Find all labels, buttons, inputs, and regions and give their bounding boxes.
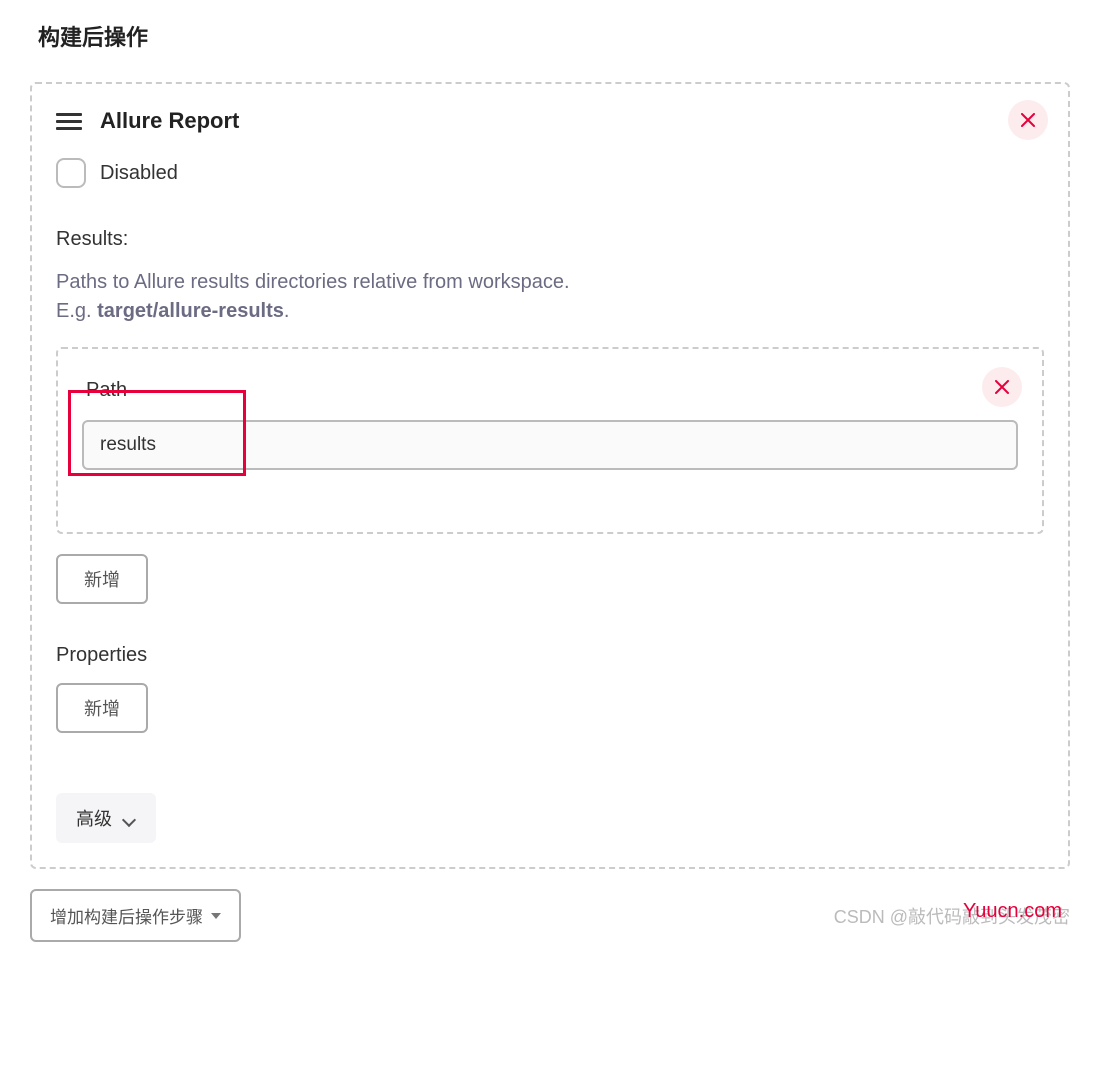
remove-panel-button[interactable] — [1008, 100, 1048, 140]
close-icon — [995, 380, 1009, 394]
add-post-build-step-button[interactable]: 增加构建后操作步骤 — [30, 889, 241, 942]
add-step-label: 增加构建后操作步骤 — [50, 903, 203, 928]
close-icon — [1021, 113, 1035, 127]
caret-down-icon — [211, 913, 221, 919]
disabled-checkbox[interactable] — [56, 158, 86, 188]
disabled-label: Disabled — [100, 162, 178, 185]
panel-header: Allure Report — [56, 108, 1044, 134]
add-property-button[interactable]: 新增 — [56, 683, 148, 733]
disabled-row: Disabled — [56, 158, 1044, 188]
allure-report-panel: Allure Report Disabled Results: Paths to… — [30, 82, 1070, 869]
add-path-button[interactable]: 新增 — [56, 554, 148, 604]
chevron-down-icon — [122, 811, 136, 825]
section-title: 构建后操作 — [38, 20, 1070, 52]
path-input[interactable] — [82, 420, 1018, 470]
results-label: Results: — [56, 228, 1044, 251]
advanced-button-label: 高级 — [76, 805, 112, 831]
path-entry-panel: Path — [56, 347, 1044, 534]
source-watermark: Yuucn.com — [963, 900, 1062, 923]
results-description: Paths to Allure results directories rela… — [56, 271, 1044, 294]
advanced-button[interactable]: 高级 — [56, 793, 156, 843]
drag-handle-icon[interactable] — [56, 113, 82, 130]
remove-path-button[interactable] — [982, 367, 1022, 407]
results-example: E.g. target/allure-results. — [56, 300, 1044, 323]
panel-title: Allure Report — [100, 108, 239, 134]
properties-label: Properties — [56, 644, 1044, 667]
path-label: Path — [86, 379, 1018, 402]
